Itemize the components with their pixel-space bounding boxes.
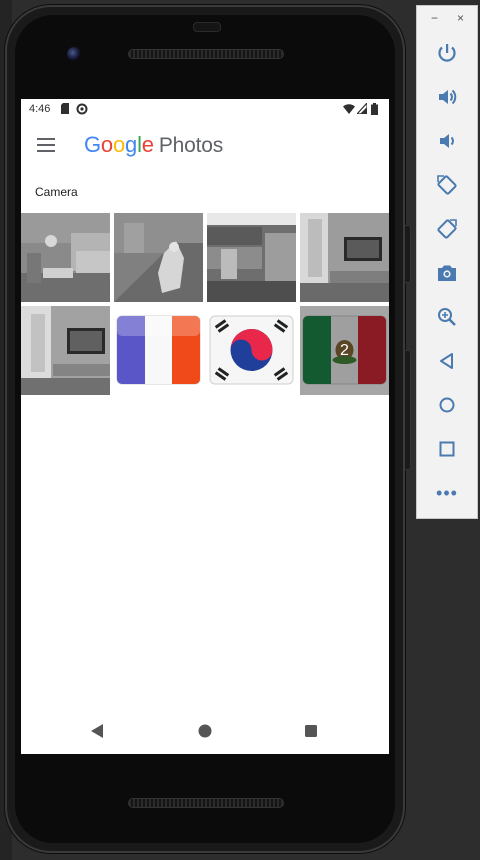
phone-screen: 4:46 Google Photos Camera 2 — [21, 99, 389, 754]
rotate-left-icon[interactable] — [434, 172, 460, 198]
home-icon[interactable] — [434, 392, 460, 418]
zoom-icon[interactable] — [434, 304, 460, 330]
nav-home-icon[interactable] — [193, 719, 217, 743]
overview-icon[interactable] — [434, 436, 460, 462]
logo-letter: o — [100, 132, 113, 157]
top-speaker-grille — [128, 49, 284, 59]
bottom-speaker-grille — [128, 798, 284, 808]
photo-thumbnail-tv-room-2[interactable] — [21, 306, 110, 395]
sd-card-icon — [61, 103, 71, 117]
logo-letter: G — [84, 132, 101, 157]
photo-thumbnail-living-room[interactable] — [21, 213, 110, 302]
top-earpiece-slot — [193, 22, 221, 32]
photo-thumbnail-flag-france[interactable] — [114, 306, 203, 395]
nav-overview-icon[interactable] — [299, 719, 323, 743]
volume-up-icon[interactable] — [434, 84, 460, 110]
front-camera-lens — [67, 47, 81, 61]
android-navigation-bar — [21, 709, 389, 754]
emulator-toolbar-header: − × — [417, 6, 479, 32]
battery-icon — [371, 103, 378, 118]
logo-letter: g — [125, 132, 138, 157]
logo-letter: e — [141, 132, 154, 157]
photo-thumbnail-flag-mexico[interactable]: 2 — [300, 306, 389, 395]
emulator-toolbar: − × ••• — [416, 5, 478, 519]
more-icon[interactable]: ••• — [434, 480, 460, 506]
phone-power-button[interactable] — [405, 225, 411, 283]
sync-icon — [76, 103, 88, 118]
album-section-label: Camera — [35, 185, 78, 199]
photo-thumbnail-flag-south-korea[interactable] — [207, 306, 296, 395]
phone-volume-rocker[interactable] — [405, 350, 411, 470]
close-button[interactable]: × — [457, 12, 464, 24]
nav-back-icon[interactable] — [85, 719, 109, 743]
power-icon[interactable] — [434, 40, 460, 66]
camera-icon[interactable] — [434, 260, 460, 286]
back-icon[interactable] — [434, 348, 460, 374]
volume-down-icon[interactable] — [434, 128, 460, 154]
rotate-right-icon[interactable] — [434, 216, 460, 242]
photo-thumbnail-tv-room[interactable] — [300, 213, 389, 302]
minimize-button[interactable]: − — [431, 12, 438, 24]
more-icon-dots: ••• — [436, 483, 458, 503]
photo-thumbnail-dog[interactable] — [114, 213, 203, 302]
logo-photos-text: Photos — [158, 134, 223, 157]
hamburger-menu-icon[interactable] — [37, 138, 55, 152]
photo-thumbnail-kitchen[interactable] — [207, 213, 296, 302]
cell-signal-icon — [355, 101, 368, 117]
status-bar: 4:46 — [21, 99, 389, 121]
app-bar: Google Photos — [21, 121, 389, 169]
google-photos-logo: Google Photos — [84, 132, 223, 158]
logo-letter: o — [112, 132, 126, 157]
more-photos-count-overlay: 2 — [300, 306, 389, 395]
wifi-icon — [343, 103, 355, 117]
status-time: 4:46 — [29, 103, 51, 115]
